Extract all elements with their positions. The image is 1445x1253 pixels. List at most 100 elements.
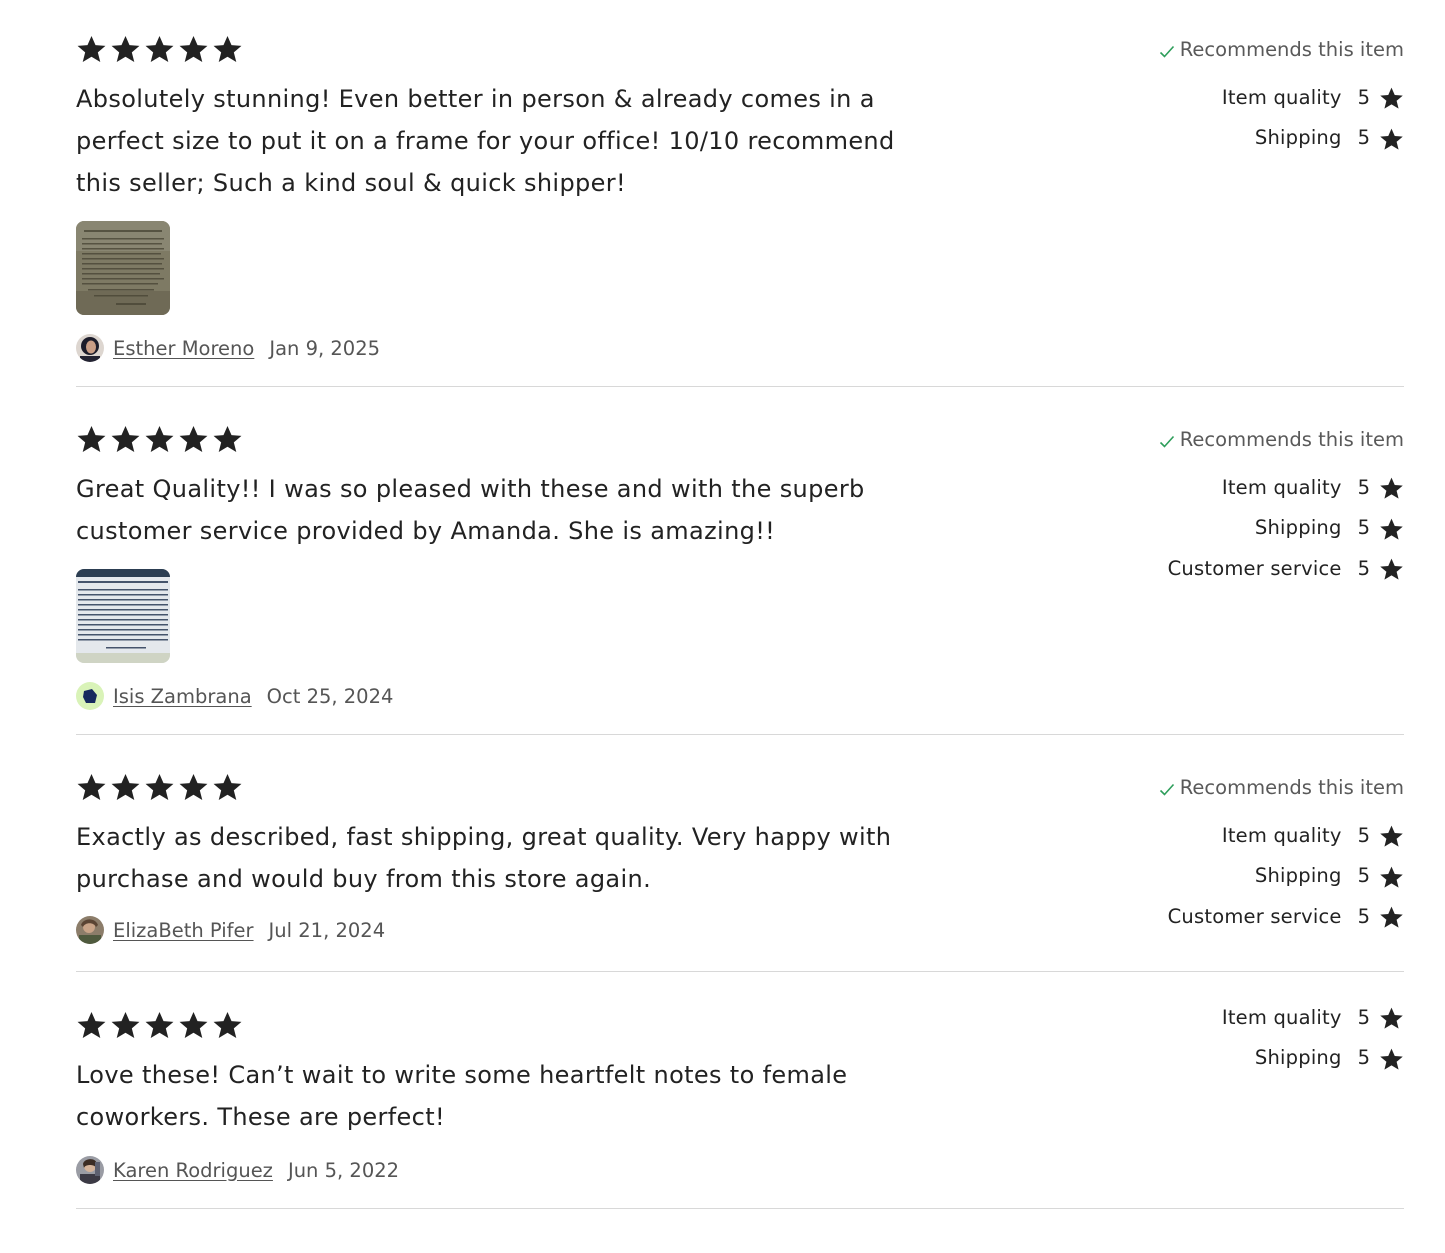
metric-score: 5 (1357, 126, 1370, 149)
check-icon (1159, 783, 1174, 796)
star-icon (77, 35, 106, 62)
author-link[interactable]: Isis Zambrana (113, 685, 252, 708)
star-icon (213, 425, 242, 452)
star-icon (77, 425, 106, 452)
metric-shipping: Shipping 5 (1074, 861, 1404, 891)
metric-score: 5 (1357, 904, 1370, 928)
review-byline: ElizaBeth Pifer Jul 21, 2024 (76, 915, 896, 945)
review-date: Jul 21, 2024 (268, 918, 386, 942)
star-icon (1380, 1007, 1403, 1029)
review-body: Love these! Can’t wait to write some hea… (76, 1009, 896, 1185)
metric-label: Shipping (1254, 1046, 1342, 1069)
metric-score: 5 (1357, 864, 1370, 887)
metric-score: 5 (1357, 85, 1370, 109)
review-body: Absolutely stunning! Even better in pers… (76, 33, 896, 363)
review-card: Absolutely stunning! Even better in pers… (76, 0, 1404, 387)
star-rating (76, 1009, 896, 1041)
check-icon (1159, 435, 1174, 448)
metric-score: 5 (1357, 1005, 1370, 1029)
star-rating (76, 771, 896, 803)
review-card: Love these! Can’t wait to write some hea… (76, 972, 1404, 1209)
star-icon (145, 35, 174, 62)
star-icon (77, 773, 106, 800)
metric-score: 5 (1357, 823, 1370, 847)
metric-score: 5 (1357, 475, 1370, 499)
recommends-label: Recommends this item (1179, 38, 1404, 61)
star-icon (1380, 866, 1403, 888)
star-icon (1380, 128, 1403, 150)
star-icon (213, 35, 242, 62)
avatar[interactable] (76, 916, 104, 944)
recommends-label: Recommends this item (1179, 428, 1404, 451)
review-date: Jan 9, 2025 (269, 336, 381, 360)
metric-score: 5 (1357, 1046, 1370, 1069)
star-icon (111, 1011, 140, 1038)
review-ratings-panel: Item quality 5 Shipping 5 (1074, 1002, 1404, 1073)
review-card: Great Quality!! I was so pleased with th… (76, 387, 1404, 735)
metric-shipping: Shipping 5 (1074, 123, 1404, 153)
metric-label: Item quality (1221, 85, 1342, 109)
review-text: Love these! Can’t wait to write some hea… (76, 1061, 848, 1131)
review-byline: Karen Rodriguez Jun 5, 2022 (76, 1155, 896, 1185)
recommends-badge: Recommends this item (1074, 428, 1404, 452)
author-link[interactable]: ElizaBeth Pifer (113, 919, 254, 942)
avatar[interactable] (76, 334, 104, 362)
metric-label: Shipping (1254, 516, 1342, 539)
metric-score: 5 (1357, 556, 1370, 580)
avatar[interactable] (76, 1156, 104, 1184)
star-icon (1380, 477, 1403, 499)
review-card: Exactly as described, fast shipping, gre… (76, 735, 1404, 972)
review-body: Great Quality!! I was so pleased with th… (76, 423, 896, 711)
star-icon (179, 1011, 208, 1038)
metric-customer-service: Customer service 5 (1074, 901, 1404, 931)
star-icon (145, 1011, 174, 1038)
recommends-label: Recommends this item (1179, 776, 1404, 799)
star-icon (179, 773, 208, 800)
review-text: Absolutely stunning! Even better in pers… (76, 85, 895, 197)
metric-shipping: Shipping 5 (1074, 1043, 1404, 1073)
review-date: Oct 25, 2024 (266, 684, 394, 708)
star-icon (179, 425, 208, 452)
metric-item-quality: Item quality 5 (1074, 1002, 1404, 1032)
review-body: Exactly as described, fast shipping, gre… (76, 771, 896, 945)
star-icon (111, 425, 140, 452)
review-byline: Isis Zambrana Oct 25, 2024 (76, 681, 896, 711)
metric-label: Item quality (1221, 1005, 1342, 1029)
star-rating (76, 423, 896, 455)
review-byline: Esther Moreno Jan 9, 2025 (76, 333, 896, 363)
metric-customer-service: Customer service 5 (1074, 553, 1404, 583)
star-icon (1380, 825, 1403, 847)
star-icon (1380, 87, 1403, 109)
star-icon (1380, 558, 1403, 580)
check-icon (1159, 45, 1174, 58)
metric-item-quality: Item quality 5 (1074, 820, 1404, 850)
author-link[interactable]: Karen Rodriguez (113, 1159, 273, 1182)
metric-label: Shipping (1254, 864, 1342, 887)
star-icon (77, 1011, 106, 1038)
metric-label: Customer service (1167, 556, 1342, 580)
star-icon (111, 35, 140, 62)
review-ratings-panel: Recommends this item Item quality 5 Ship… (1074, 428, 1404, 583)
metric-shipping: Shipping 5 (1074, 513, 1404, 543)
star-icon (111, 773, 140, 800)
metric-label: Item quality (1221, 823, 1342, 847)
review-ratings-panel: Recommends this item Item quality 5 Ship… (1074, 38, 1404, 153)
star-icon (145, 773, 174, 800)
reviews-list: Absolutely stunning! Even better in pers… (76, 0, 1404, 1209)
star-icon (1380, 518, 1403, 540)
review-photo[interactable] (76, 221, 170, 315)
review-text: Exactly as described, fast shipping, gre… (76, 823, 892, 893)
metric-item-quality: Item quality 5 (1074, 82, 1404, 112)
author-link[interactable]: Esther Moreno (113, 337, 254, 360)
review-date: Jun 5, 2022 (287, 1158, 400, 1182)
star-icon (145, 425, 174, 452)
avatar[interactable] (76, 682, 104, 710)
review-photo[interactable] (76, 569, 170, 663)
review-text: Great Quality!! I was so pleased with th… (76, 475, 865, 545)
star-icon (1380, 1048, 1403, 1070)
review-ratings-panel: Recommends this item Item quality 5 Ship… (1074, 776, 1404, 931)
metric-label: Shipping (1254, 126, 1342, 149)
metric-item-quality: Item quality 5 (1074, 472, 1404, 502)
star-icon (179, 35, 208, 62)
metric-label: Customer service (1167, 904, 1342, 928)
